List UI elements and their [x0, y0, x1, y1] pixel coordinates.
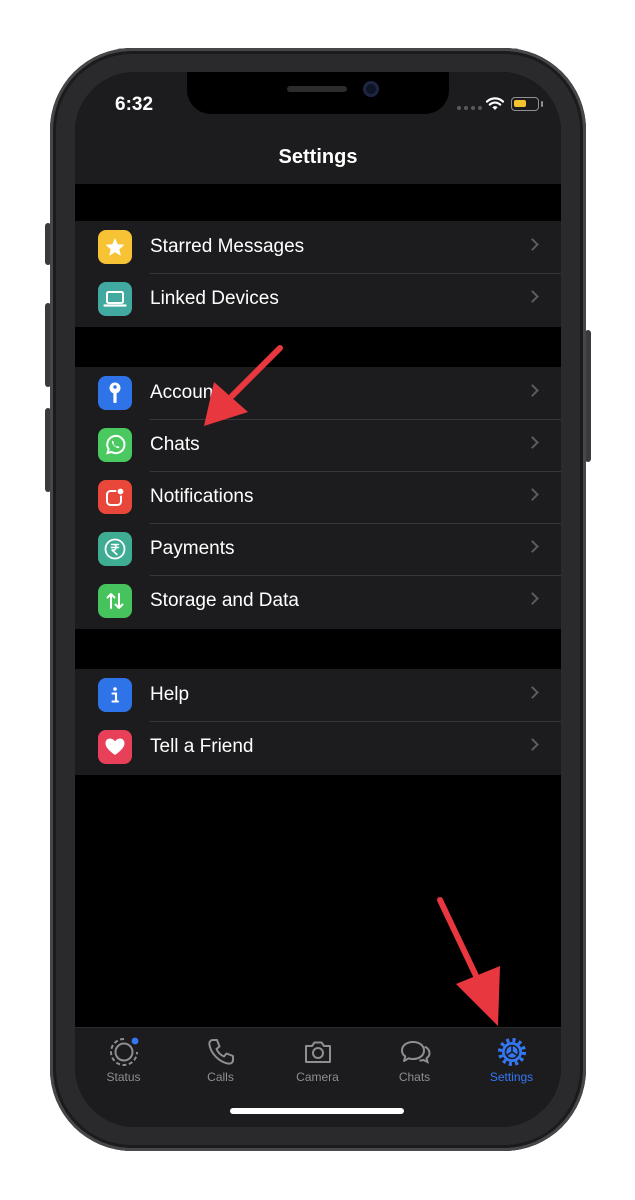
settings-row-tell-a-friend[interactable]: Tell a Friend: [75, 721, 561, 773]
laptop-icon: [98, 282, 132, 316]
settings-row-label: Payments: [150, 538, 235, 559]
tab-label: Chats: [398, 1070, 431, 1084]
home-indicator: [230, 1108, 404, 1114]
tab-label: Settings: [489, 1070, 534, 1084]
settings-row-label: Tell a Friend: [150, 736, 254, 757]
rupee-icon: [98, 532, 132, 566]
status-icon: [110, 1037, 139, 1066]
settings-row-notifications[interactable]: Notifications: [75, 471, 561, 523]
front-camera: [363, 81, 379, 97]
tab-camera[interactable]: Camera: [269, 1028, 366, 1088]
phone-icon: [208, 1039, 234, 1065]
tab-label: Camera: [296, 1070, 339, 1084]
settings-row-label: Linked Devices: [150, 288, 279, 309]
tab-label: Status: [106, 1070, 141, 1084]
gear-icon: [498, 1038, 526, 1066]
tab-chats[interactable]: Chats: [366, 1028, 463, 1088]
wifi-icon: [485, 97, 505, 110]
navigation-header: 6:32 Settings: [75, 72, 561, 184]
settings-row-payments[interactable]: Payments: [75, 523, 561, 575]
tab-status[interactable]: Status: [75, 1028, 172, 1088]
battery-icon: [511, 97, 539, 111]
chevron-right-icon: [526, 436, 539, 449]
settings-row-label: Starred Messages: [150, 236, 305, 257]
chevron-right-icon: [526, 238, 539, 251]
chevron-right-icon: [526, 686, 539, 699]
settings-row-starred-messages[interactable]: Starred Messages: [75, 221, 561, 273]
settings-group-3: Help Tell a Friend: [75, 669, 561, 775]
chat-bubbles-icon: [401, 1041, 431, 1064]
settings-row-label: Notifications: [150, 486, 254, 507]
battery-tip: [541, 101, 543, 107]
key-icon: [98, 376, 132, 410]
chevron-right-icon: [526, 738, 539, 751]
settings-row-label: Help: [150, 684, 190, 705]
settings-row-chats[interactable]: Chats: [75, 419, 561, 471]
camera-icon: [305, 1041, 331, 1063]
status-time: 6:32: [115, 94, 154, 115]
speaker-grille: [287, 86, 347, 92]
settings-row-account[interactable]: Account: [75, 367, 561, 419]
chevron-right-icon: [526, 488, 539, 501]
settings-row-label: Storage and Data: [150, 590, 299, 611]
settings-row-linked-devices[interactable]: Linked Devices: [75, 273, 561, 325]
chevron-right-icon: [526, 592, 539, 605]
page-title: Settings: [278, 146, 358, 168]
notch: [187, 72, 449, 114]
settings-row-help[interactable]: Help: [75, 669, 561, 721]
chevron-right-icon: [526, 540, 539, 553]
phone-screen: 6:32 Settings Starred Messages Linked De…: [75, 72, 561, 1127]
settings-row-label: Chats: [150, 434, 200, 455]
settings-row-storage-and-data[interactable]: Storage and Data: [75, 575, 561, 627]
info-icon: [98, 678, 132, 712]
whatsapp-icon: [98, 428, 132, 462]
cellular-signal-icon: [457, 106, 482, 110]
star-icon: [98, 230, 132, 264]
notification-badge-icon: [98, 480, 132, 514]
tab-calls[interactable]: Calls: [172, 1028, 269, 1088]
tab-label: Calls: [207, 1070, 234, 1084]
tab-settings[interactable]: Settings: [463, 1028, 560, 1088]
settings-group-2: Account Chats Notifications Payments Sto…: [75, 367, 561, 629]
settings-group-1: Starred Messages Linked Devices: [75, 221, 561, 327]
heart-icon: [98, 730, 132, 764]
chevron-right-icon: [526, 384, 539, 397]
chevron-right-icon: [526, 290, 539, 303]
arrows-up-down-icon: [98, 584, 132, 618]
settings-row-label: Account: [150, 382, 219, 403]
